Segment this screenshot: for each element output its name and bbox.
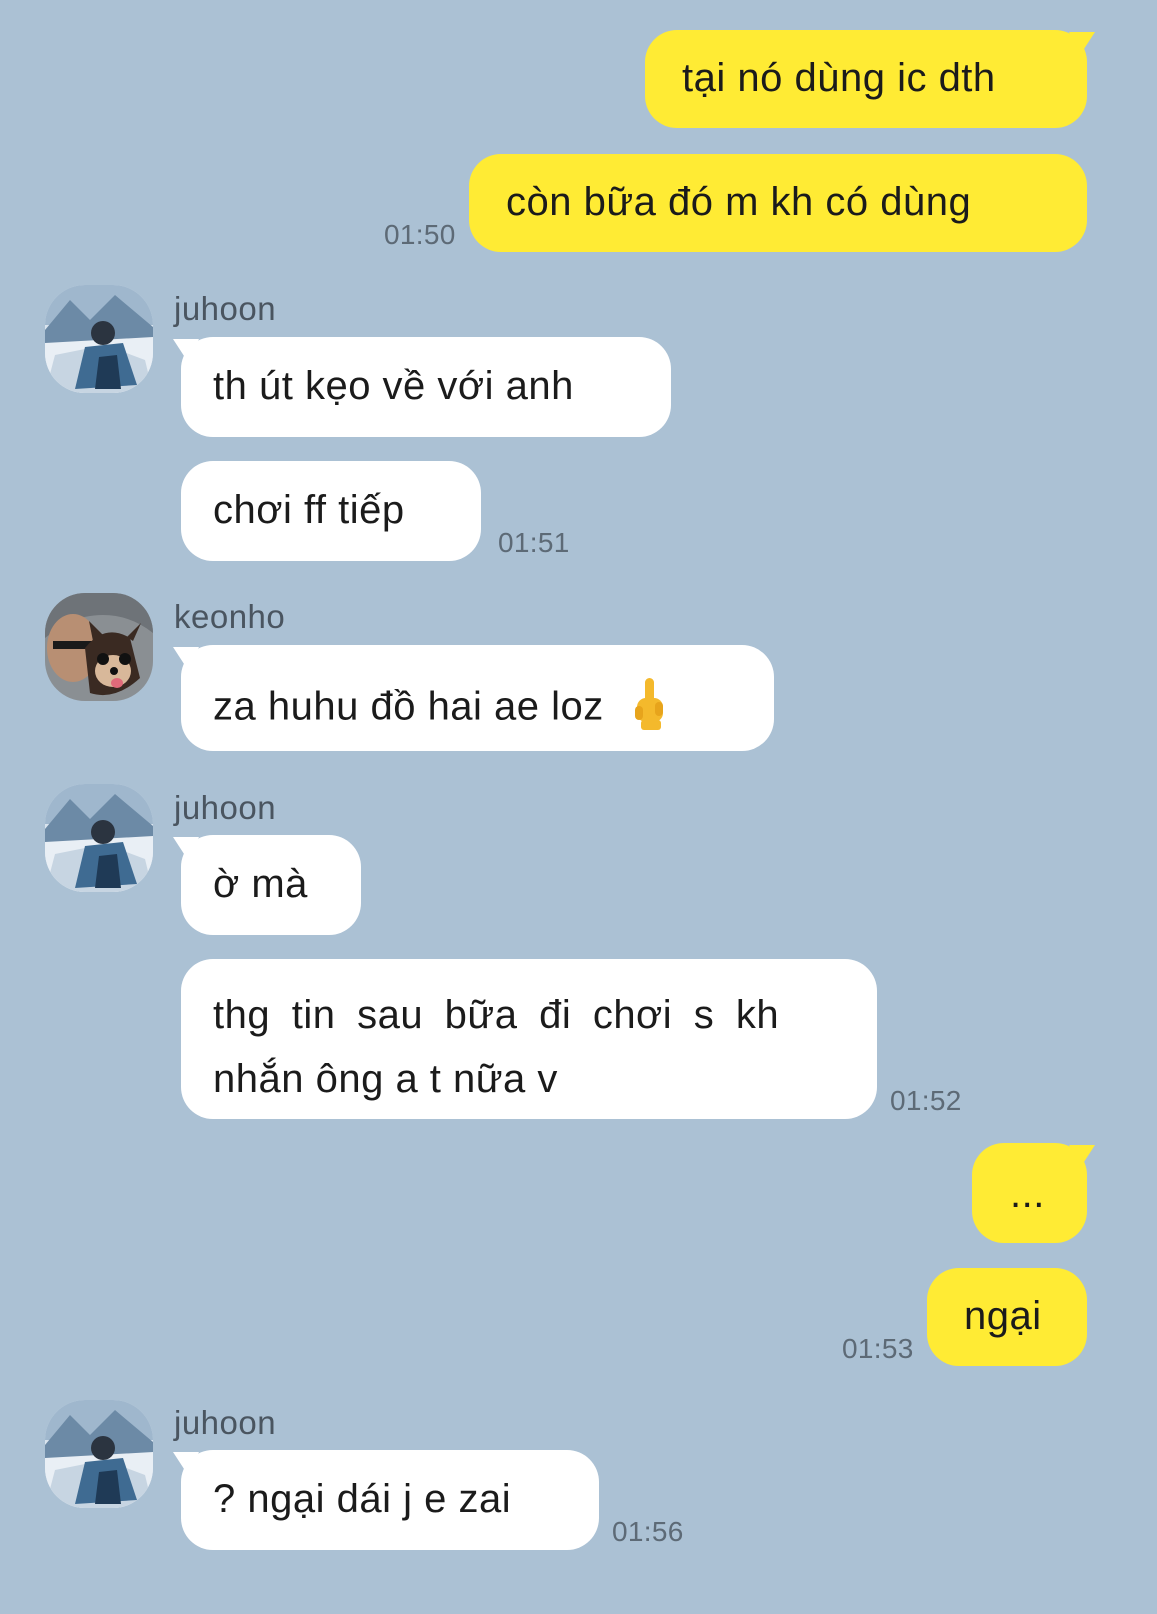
message-text-line: thg tin sau bữa đi chơi s kh [213,993,780,1037]
mountain-avatar-icon [45,285,153,393]
dog-avatar-icon [45,593,153,701]
message-bubble-incoming[interactable]: ờ mà [181,835,361,935]
mountain-avatar[interactable] [45,1400,153,1508]
sender-name: juhoon [174,1404,277,1441]
sender-name: juhoon [174,789,277,826]
message-bubble-outgoing[interactable]: ... [972,1143,1087,1243]
message-text: ngại [964,1294,1042,1338]
message-text-line: nhắn ông a t nữa v [213,1057,558,1101]
message-bubble-incoming[interactable]: chơi ff tiếp [181,461,481,561]
message-timestamp: 01:53 [842,1333,914,1364]
message-text: chơi ff tiếp [213,488,405,532]
message-text: tại nó dùng ic dth [682,56,996,100]
message-timestamp: 01:50 [384,219,456,250]
mountain-avatar-icon [45,784,153,892]
message-text: còn bữa đó m kh có dùng [506,180,972,224]
message-bubble-outgoing[interactable]: còn bữa đó m kh có dùng [469,154,1087,252]
message-bubble-outgoing[interactable]: ngại [927,1268,1087,1366]
middle-finger-icon [629,676,669,742]
message-timestamp: 01:51 [498,527,570,558]
message-bubble-incoming[interactable]: ? ngại dái j e zai [181,1450,599,1550]
message-timestamp: 01:52 [890,1085,962,1116]
message-text: ờ mà [213,862,308,906]
message-text: ... [1010,1172,1045,1216]
message-text: th út kẹo về với anh [213,364,574,408]
mountain-avatar-icon [45,1400,153,1508]
message-bubble-incoming[interactable]: th út kẹo về với anh [181,337,671,437]
message-bubble-incoming[interactable]: za huhu đồ hai ae loz [181,645,774,751]
chat-thread[interactable]: tại nó dùng ic dth còn bữa đó m kh có dù… [0,0,1157,1614]
message-text-content: za huhu đồ hai ae loz [213,684,604,729]
message-text: ? ngại dái j e zai [213,1477,512,1521]
message-timestamp: 01:56 [612,1516,684,1547]
message-text: za huhu đồ hai ae loz [213,676,744,742]
mountain-avatar[interactable] [45,784,153,892]
mountain-avatar[interactable] [45,285,153,393]
sender-name: juhoon [174,290,277,327]
sender-name: keonho [174,598,286,635]
dog-avatar[interactable] [45,593,153,701]
message-bubble-outgoing[interactable]: tại nó dùng ic dth [645,30,1087,128]
message-bubble-incoming[interactable]: thg tin sau bữa đi chơi s kh nhắn ông a … [181,959,877,1119]
